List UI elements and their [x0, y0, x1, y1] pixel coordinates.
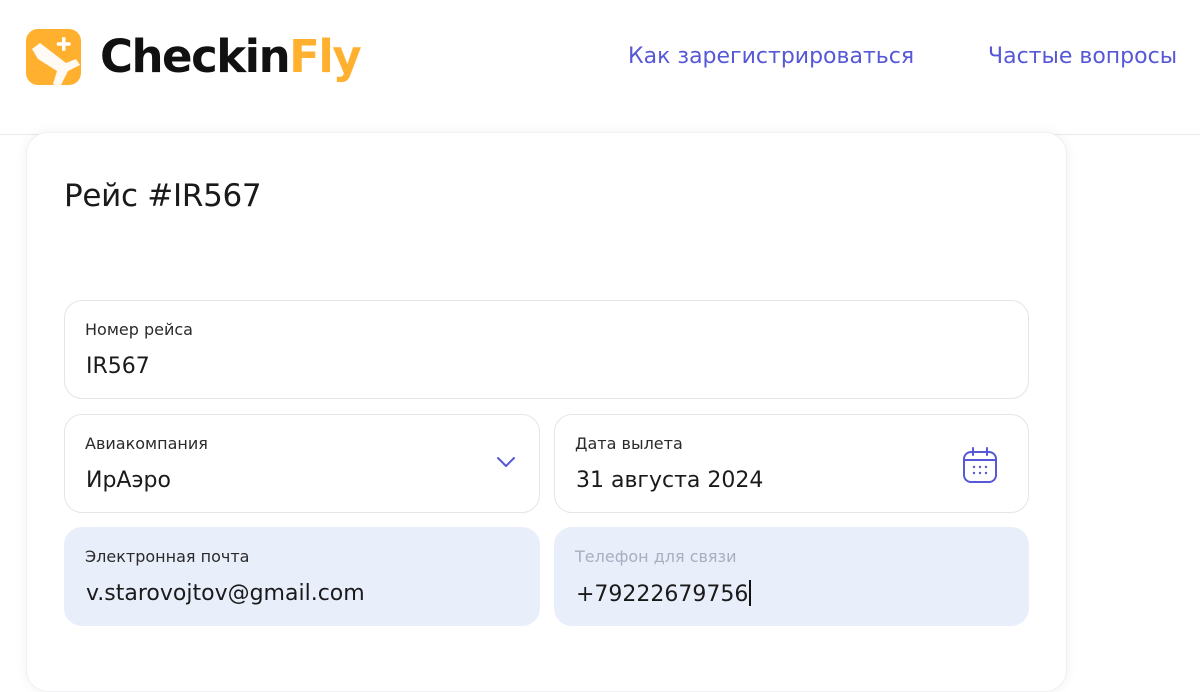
nav-link-faq[interactable]: Частые вопросы	[988, 42, 1177, 72]
flight-number-field[interactable]: Номер рейса IR567	[64, 300, 1029, 399]
calendar-icon[interactable]	[962, 446, 998, 484]
departure-date-value[interactable]: 31 августа 2024	[576, 467, 763, 495]
airline-value[interactable]: ИрАэро	[86, 467, 171, 495]
flight-number-label: Номер рейса	[85, 320, 193, 339]
logo-text: CheckinFly	[100, 29, 362, 85]
airline-select[interactable]: Авиакомпания ИрАэро	[64, 414, 540, 513]
flight-number-value[interactable]: IR567	[86, 353, 150, 381]
departure-date-label: Дата вылета	[575, 434, 683, 453]
site-header: CheckinFly Как зарегистрироваться Частые…	[0, 0, 1200, 135]
chevron-down-icon[interactable]	[495, 455, 517, 469]
departure-date-field[interactable]: Дата вылета 31 августа 2024	[554, 414, 1029, 513]
logo-text-checkin: Checkin	[100, 30, 291, 83]
email-value[interactable]: v.starovojtov@gmail.com	[86, 580, 365, 608]
phone-label: Телефон для связи	[575, 547, 737, 566]
phone-field[interactable]: Телефон для связи +79222679756	[554, 527, 1029, 626]
email-field[interactable]: Электронная почта v.starovojtov@gmail.co…	[64, 527, 540, 626]
nav-link-how-to-register[interactable]: Как зарегистрироваться	[628, 42, 914, 72]
logo-text-fly: Fly	[289, 30, 362, 83]
phone-value[interactable]: +79222679756	[576, 580, 751, 609]
logo[interactable]: CheckinFly	[26, 29, 362, 85]
phone-value-text: +79222679756	[576, 582, 749, 607]
email-label: Электронная почта	[85, 547, 250, 566]
text-cursor	[749, 580, 751, 606]
plane-plus-icon	[26, 29, 81, 85]
page-title: Рейс #IR567	[64, 178, 262, 214]
airline-label: Авиакомпания	[85, 434, 208, 453]
